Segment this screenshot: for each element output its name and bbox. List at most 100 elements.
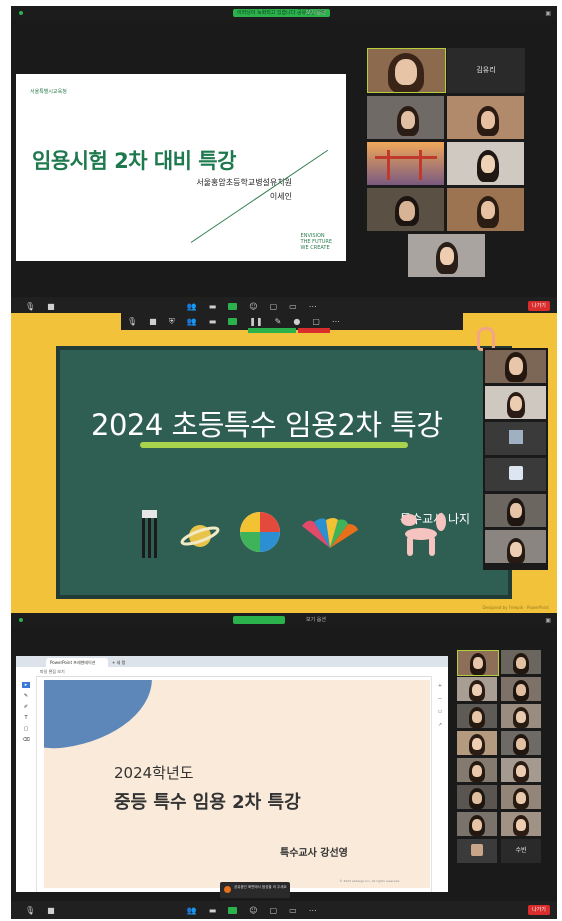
participant-video-tile[interactable] <box>457 704 497 728</box>
video-camera-icon[interactable]: ■ <box>47 906 55 915</box>
participants-icon[interactable]: 👥 <box>187 302 197 311</box>
comment-icon[interactable]: ▭ <box>432 709 448 715</box>
zoom-meeting-panel-1: 이러닝이 녹화되고 있습니다 공유중인 화면 보기 옵션 ▣ 서울특별시교육청 … <box>11 6 557 315</box>
new-tab-button[interactable]: + 새 탭 <box>108 658 138 667</box>
more-icon[interactable]: ⋯ <box>309 302 317 311</box>
participant-video-tile[interactable] <box>501 677 541 701</box>
participant-video-tile[interactable] <box>367 96 444 139</box>
participants-icon[interactable]: 👥 <box>187 317 197 326</box>
more-icon[interactable]: ⋯ <box>309 906 317 915</box>
sharing-status-badge[interactable] <box>233 616 285 624</box>
zoom-in-icon[interactable]: + <box>432 683 448 689</box>
share-screen-icon[interactable] <box>228 302 238 310</box>
participant-name-tile[interactable]: 수빈 <box>501 839 541 863</box>
apps-icon[interactable]: ▢ <box>270 906 278 915</box>
slide-title: 2024 초등특수 임용2차 특강 <box>91 408 443 442</box>
participant-video-tile[interactable] <box>457 839 497 863</box>
new-share-icon[interactable] <box>228 318 238 325</box>
view-options-label[interactable]: 보기 옵션 <box>306 616 326 624</box>
view-options-label[interactable]: 보기 옵션 <box>306 9 326 17</box>
participant-video-tile[interactable] <box>457 785 497 809</box>
participant-video-tile[interactable] <box>367 188 444 231</box>
participant-video-tile[interactable] <box>457 677 497 701</box>
microphone-icon[interactable]: 🎙 <box>25 906 35 915</box>
zoom-out-icon[interactable]: − <box>432 696 448 702</box>
participant-video-tile[interactable] <box>501 704 541 728</box>
participant-video-tile[interactable] <box>485 494 546 527</box>
participant-video-tile[interactable] <box>457 758 497 782</box>
participant-video-tile[interactable] <box>501 650 541 674</box>
fullscreen-icon[interactable]: ▣ <box>545 617 551 624</box>
zoom-top-bar: 보기 옵션 ▣ <box>11 613 557 627</box>
brush-icon <box>140 510 160 564</box>
annotate-icon[interactable]: ✎ <box>275 317 282 326</box>
browser-tab[interactable]: PowerPoint 프레젠테이션 <box>46 658 108 667</box>
eraser-icon[interactable]: ⌫ <box>16 737 36 743</box>
pen-tool-icon[interactable]: ✎ <box>16 693 36 699</box>
share-icon[interactable]: ↗ <box>432 722 448 728</box>
slide-year: 2024학년도 <box>114 764 194 782</box>
highlighter-icon[interactable]: ✐ <box>16 704 36 710</box>
apps-icon[interactable]: ▢ <box>312 317 320 326</box>
apps-icon[interactable]: ▢ <box>270 302 278 311</box>
chat-icon[interactable]: ▬ <box>209 317 217 326</box>
participant-video-tile[interactable] <box>501 812 541 836</box>
security-dot-icon <box>19 618 23 622</box>
fullscreen-icon[interactable]: ▣ <box>545 10 551 17</box>
participant-video-tile[interactable] <box>501 785 541 809</box>
shape-tool-icon[interactable]: ▢ <box>16 726 36 732</box>
app-menu-bar: 파일 편집 보기 <box>16 667 448 677</box>
participants-icon[interactable]: 👥 <box>187 906 197 915</box>
balloon-dog-icon <box>395 510 451 564</box>
slide-copyright: © 2023 slidesgo Inc. All rights reserved… <box>339 879 401 883</box>
slide-title: 중등 특수 임용 2차 특강 <box>114 792 301 813</box>
whiteboard-icon[interactable]: ▭ <box>289 906 297 915</box>
participant-video-tile[interactable] <box>485 458 546 491</box>
participant-video-tile[interactable] <box>367 142 444 185</box>
participant-video-tile[interactable] <box>501 731 541 755</box>
participant-video-tile[interactable] <box>457 812 497 836</box>
participant-video-tile[interactable] <box>457 731 497 755</box>
participant-video-tile[interactable] <box>447 142 524 185</box>
zoom-meeting-panel-3: 보기 옵션 ▣ PowerPoint 프레젠테이션 + 새 탭 파일 편집 보기… <box>11 613 557 919</box>
participant-video-tile[interactable] <box>501 758 541 782</box>
participant-video-tile[interactable] <box>367 48 446 93</box>
microphone-icon[interactable]: 🎙 <box>127 317 137 326</box>
app-menu[interactable]: 파일 편집 보기 <box>40 669 65 674</box>
video-camera-icon[interactable]: ■ <box>149 317 157 326</box>
text-tool-icon[interactable]: T <box>16 715 36 721</box>
participant-video-tile[interactable] <box>485 350 546 383</box>
notification-text: 공유중인 화면에서 음성을 켜 주세요 <box>234 885 287 889</box>
participant-video-tile[interactable] <box>408 234 485 277</box>
participant-video-tile[interactable] <box>485 530 546 563</box>
slide-presenter: 특수교사 강선영 <box>280 848 348 859</box>
security-icon[interactable]: ⛨ <box>169 317 175 327</box>
reactions-icon[interactable]: ☺ <box>249 906 257 915</box>
notification-toast[interactable]: 공유중인 화면에서 음성을 켜 주세요 <box>220 882 290 898</box>
participant-video-tile[interactable] <box>485 386 546 419</box>
reactions-icon[interactable]: ☺ <box>249 302 257 311</box>
leave-meeting-button[interactable]: 나가기 <box>528 905 550 915</box>
slide-brand-text: ENVISION THE FUTURE WE CREATE <box>300 233 332 251</box>
participant-video-tile[interactable] <box>485 422 546 455</box>
sharing-indicator <box>248 328 296 333</box>
shared-slide: 서울특별시교육청 임용시험 2차 대비 특강 서울홍암초등학교병설유치원 이세인… <box>16 74 346 261</box>
share-screen-icon[interactable] <box>228 906 238 914</box>
chat-icon[interactable]: ▬ <box>209 302 217 311</box>
leave-meeting-button[interactable]: 나가기 <box>528 301 550 311</box>
participant-video-tile[interactable] <box>447 188 524 231</box>
select-tool-icon[interactable]: ▸ <box>22 682 30 688</box>
record-icon[interactable]: ● <box>293 317 300 326</box>
microphone-icon[interactable]: 🎙 <box>25 302 35 311</box>
alert-icon <box>224 886 231 893</box>
pause-share-icon[interactable]: ❚❚ <box>249 317 262 326</box>
more-icon[interactable]: ⋯ <box>332 317 340 326</box>
stop-share-button[interactable] <box>298 328 330 333</box>
chat-icon[interactable]: ▬ <box>209 906 217 915</box>
whiteboard-icon[interactable]: ▭ <box>289 302 297 311</box>
participant-name-tile[interactable]: 김유리 <box>447 48 525 93</box>
participant-video-tile[interactable] <box>447 96 524 139</box>
video-camera-icon[interactable]: ■ <box>47 302 55 311</box>
participant-video-tile[interactable] <box>457 650 499 676</box>
slide-presenter: 이세인 <box>269 192 292 201</box>
